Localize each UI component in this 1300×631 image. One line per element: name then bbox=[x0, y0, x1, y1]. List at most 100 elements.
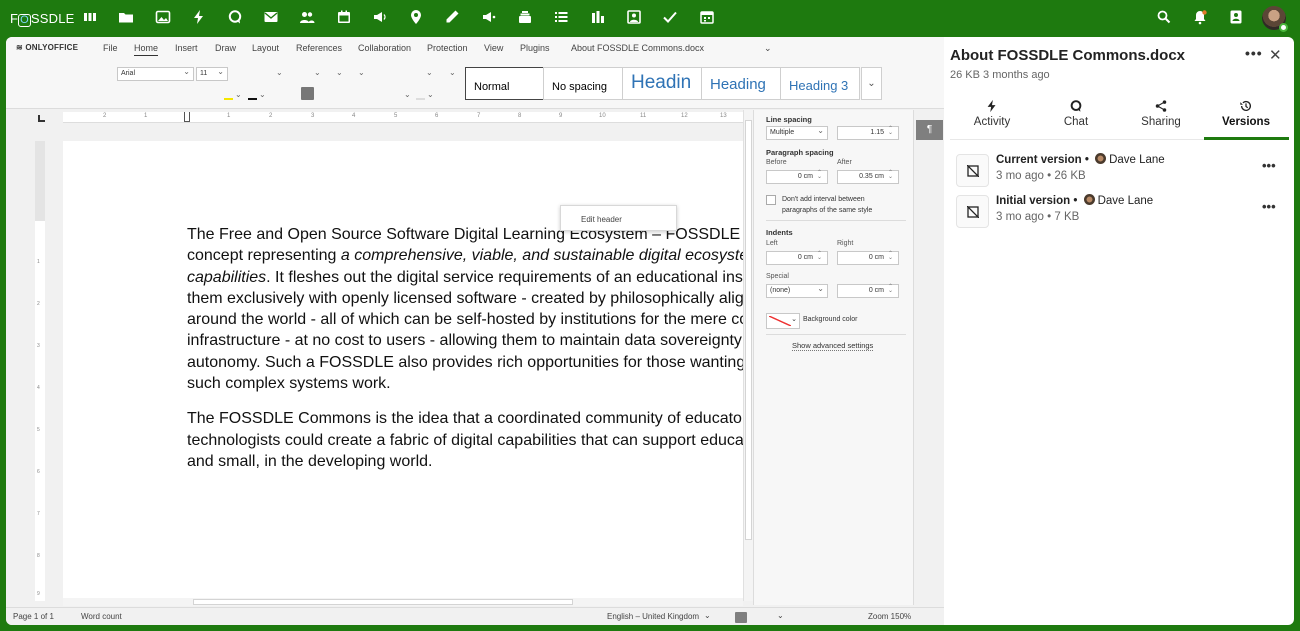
toolbar-dropdown-icon[interactable]: ⌄ bbox=[259, 90, 266, 99]
menu-insert[interactable]: Insert bbox=[175, 43, 198, 53]
horizontal-scrollbar[interactable] bbox=[63, 598, 743, 606]
menu-home[interactable]: Home bbox=[134, 43, 159, 56]
dashboard-icon[interactable] bbox=[82, 9, 98, 25]
style-no-spacing[interactable]: No spacing bbox=[543, 67, 623, 100]
style-heading-1[interactable]: Headin bbox=[622, 67, 702, 100]
mail-icon[interactable] bbox=[263, 9, 279, 25]
toolbar-dropdown-icon[interactable]: ⌄ bbox=[427, 90, 434, 99]
fossdle-logo[interactable]: F O SSDLE bbox=[10, 11, 75, 27]
version-item[interactable]: Current version • Dave Lane 3 mo ago • 2… bbox=[956, 150, 1286, 187]
ruler-tick: 5 bbox=[394, 113, 398, 119]
vertical-scrollbar[interactable] bbox=[743, 110, 753, 601]
files-icon[interactable] bbox=[118, 9, 134, 25]
line-spacing-value[interactable]: 1.15 bbox=[837, 125, 899, 140]
tab-sharing[interactable]: Sharing bbox=[1119, 99, 1203, 128]
notifications-icon[interactable] bbox=[1192, 9, 1208, 25]
toolbar-dropdown-icon[interactable]: ⌄ bbox=[235, 90, 242, 99]
spacing-before-input[interactable]: 0 cm bbox=[766, 169, 828, 184]
analytics-icon[interactable] bbox=[590, 9, 606, 25]
style-heading-2[interactable]: Heading bbox=[701, 67, 781, 100]
toolbar-dropdown-icon[interactable]: ⌄ bbox=[358, 68, 365, 77]
tab-stop-selector-icon[interactable] bbox=[38, 115, 45, 122]
menu-file[interactable]: File bbox=[103, 43, 118, 53]
tab-versions[interactable]: Versions bbox=[1204, 99, 1288, 128]
menu-protection[interactable]: Protection bbox=[427, 43, 468, 53]
vertical-ruler[interactable]: 1 2 3 4 5 6 7 8 9 bbox=[35, 141, 45, 601]
document-body[interactable]: The Free and Open Source Software Digita… bbox=[187, 224, 743, 486]
version-item[interactable]: Initial version • Dave Lane 3 mo ago • 7… bbox=[956, 191, 1286, 228]
polls-icon[interactable] bbox=[662, 9, 678, 25]
show-advanced-settings-link[interactable]: Show advanced settings bbox=[792, 341, 874, 351]
track-changes-dropdown-icon[interactable]: ⌄ bbox=[777, 611, 784, 620]
page-counter[interactable]: Page 1 of 1 bbox=[13, 612, 54, 621]
styles-more-button[interactable]: ⌄ bbox=[861, 67, 882, 100]
scrollbar-thumb[interactable] bbox=[193, 599, 573, 605]
sidebar-close-button[interactable]: ✕ bbox=[1269, 46, 1282, 64]
search-icon[interactable] bbox=[1156, 9, 1172, 25]
tab-activity[interactable]: Activity bbox=[950, 99, 1034, 128]
toolbar-dropdown-icon[interactable]: ⌄ bbox=[336, 68, 343, 77]
contacts-menu-icon[interactable] bbox=[1228, 9, 1244, 25]
menu-collaboration[interactable]: Collaboration bbox=[358, 43, 411, 53]
edit-header-menu[interactable]: Edit header bbox=[560, 205, 677, 231]
forms-icon[interactable] bbox=[481, 9, 497, 25]
line-spacing-mode-select[interactable]: Multiple bbox=[766, 125, 828, 140]
contacts-icon[interactable] bbox=[299, 9, 315, 25]
menu-layout[interactable]: Layout bbox=[252, 43, 279, 53]
notes-icon[interactable] bbox=[444, 9, 460, 25]
menu-plugins[interactable]: Plugins bbox=[520, 43, 550, 53]
language-selector[interactable]: English – United Kingdom bbox=[607, 612, 699, 621]
user-avatar[interactable] bbox=[1262, 6, 1288, 32]
calendar-icon[interactable] bbox=[336, 9, 352, 25]
title-dropdown-icon[interactable]: ⌄ bbox=[764, 43, 772, 54]
zoom-level[interactable]: Zoom 150% bbox=[868, 612, 911, 621]
style-heading-3[interactable]: Heading 3 bbox=[780, 67, 860, 100]
version-actions-button[interactable]: ••• bbox=[1262, 199, 1276, 214]
indent-marker-icon[interactable] bbox=[184, 112, 190, 122]
photos-icon[interactable] bbox=[155, 9, 171, 25]
paragraph-align-icon[interactable] bbox=[301, 87, 314, 100]
special-indent-input[interactable]: 0 cm bbox=[837, 283, 899, 298]
style-normal[interactable]: Normal bbox=[465, 67, 544, 100]
paragraph-1[interactable]: The Free and Open Source Software Digita… bbox=[187, 224, 743, 394]
calendar2-icon[interactable] bbox=[699, 9, 715, 25]
toolbar-dropdown-icon[interactable]: ⌄ bbox=[404, 90, 411, 99]
font-color-icon[interactable] bbox=[248, 98, 257, 100]
version-actions-button[interactable]: ••• bbox=[1262, 158, 1276, 173]
chevron-down-icon[interactable]: ⌄ bbox=[704, 611, 711, 620]
deck-icon[interactable] bbox=[517, 9, 533, 25]
tasks-icon[interactable] bbox=[553, 9, 569, 25]
toolbar-dropdown-icon[interactable]: ⌄ bbox=[449, 68, 456, 77]
activity-icon[interactable] bbox=[191, 9, 207, 25]
scrollbar-thumb[interactable] bbox=[745, 120, 752, 540]
paragraph-2[interactable]: The FOSSDLE Commons is the idea that a c… bbox=[187, 408, 743, 472]
indent-right-input[interactable]: 0 cm bbox=[837, 250, 899, 265]
font-size-select[interactable]: 11 bbox=[196, 66, 228, 81]
file-details-sidebar: About FOSSDLE Commons.docx 26 KB 3 month… bbox=[944, 37, 1294, 625]
paragraph-settings-icon[interactable]: ¶ bbox=[916, 120, 943, 140]
whiteboard-icon[interactable] bbox=[626, 9, 642, 25]
talk-icon[interactable] bbox=[227, 9, 243, 25]
announcements-icon[interactable] bbox=[372, 9, 388, 25]
special-indent-select[interactable]: (none) bbox=[766, 283, 828, 298]
menu-references[interactable]: References bbox=[296, 43, 342, 53]
indent-left-input[interactable]: 0 cm bbox=[766, 250, 828, 265]
toolbar-dropdown-icon[interactable]: ⌄ bbox=[314, 68, 321, 77]
highlight-color-icon[interactable] bbox=[224, 98, 233, 100]
spellcheck-icon[interactable] bbox=[735, 612, 747, 623]
menu-draw[interactable]: Draw bbox=[215, 43, 236, 53]
spacing-after-input[interactable]: 0.35 cm bbox=[837, 169, 899, 184]
tab-chat[interactable]: Chat bbox=[1034, 99, 1118, 128]
edit-header-item[interactable]: Edit header bbox=[581, 215, 622, 224]
dont-add-interval-checkbox[interactable] bbox=[766, 195, 776, 205]
font-name-select[interactable]: Arial bbox=[117, 66, 194, 81]
toolbar-dropdown-icon[interactable]: ⌄ bbox=[276, 68, 283, 77]
toolbar-dropdown-icon[interactable]: ⌄ bbox=[426, 68, 433, 77]
background-color-picker[interactable]: ⌄ bbox=[766, 313, 800, 329]
menu-view[interactable]: View bbox=[484, 43, 503, 53]
sidebar-more-button[interactable]: ••• bbox=[1245, 45, 1263, 61]
shading-color-icon[interactable] bbox=[416, 98, 425, 100]
maps-icon[interactable] bbox=[408, 9, 424, 25]
word-count[interactable]: Word count bbox=[81, 612, 122, 621]
horizontal-ruler[interactable]: 2 1 1 2 3 4 5 6 7 8 9 10 11 12 13 bbox=[63, 112, 743, 123]
